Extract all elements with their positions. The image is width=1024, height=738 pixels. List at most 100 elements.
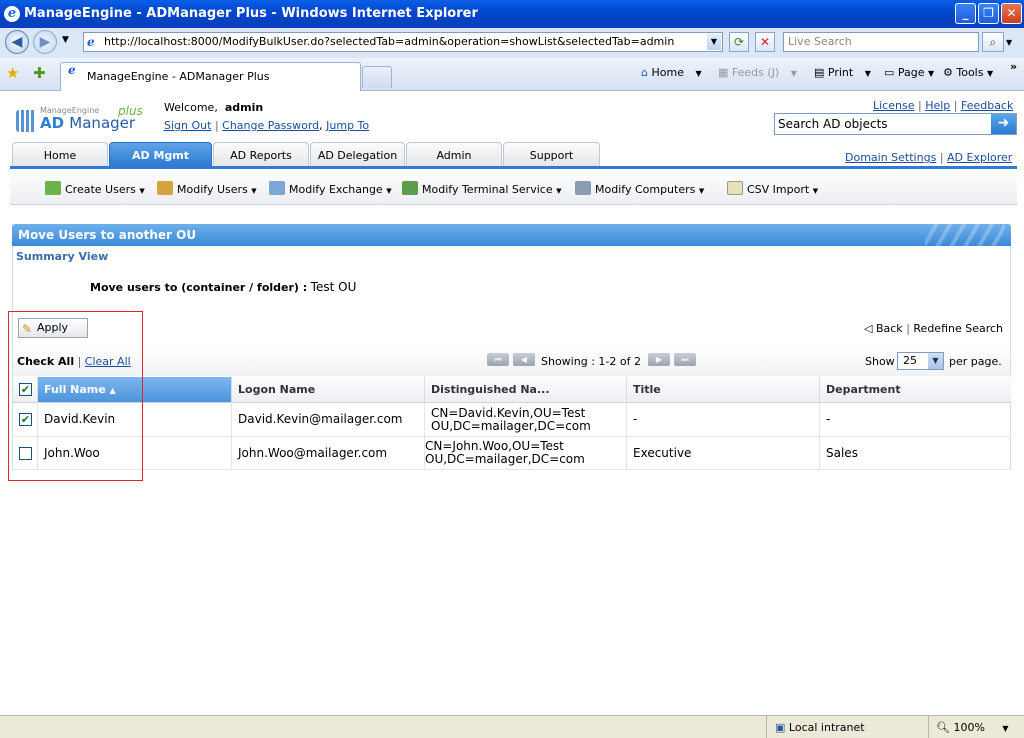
address-url: http://localhost:8000/ModifyBulkUser.do?… bbox=[104, 35, 675, 48]
chevron-down-icon: ▼ bbox=[812, 187, 819, 195]
search-go-arrow-icon[interactable]: ➜ bbox=[991, 114, 1016, 134]
user-name: admin bbox=[224, 101, 264, 114]
zoom-icon: 🔍︎ bbox=[936, 721, 950, 734]
chevron-down-icon: ▼ bbox=[386, 187, 392, 195]
chevron-down-icon: ▼ bbox=[139, 187, 145, 195]
search-ad-objects-input[interactable]: Search AD objects bbox=[774, 113, 1017, 135]
ie-icon: e bbox=[4, 6, 20, 22]
tab-admin[interactable]: Admin bbox=[406, 142, 502, 167]
chevron-more-icon[interactable]: » bbox=[1010, 60, 1017, 73]
favorites-star-icon[interactable]: ★ bbox=[6, 64, 19, 82]
welcome-text: Welcome, admin bbox=[164, 101, 263, 114]
logo-ad: AD bbox=[40, 114, 65, 132]
address-input[interactable]: e http://localhost:8000/ModifyBulkUser.d… bbox=[83, 32, 723, 52]
tab-ad-reports[interactable]: AD Reports bbox=[213, 142, 309, 167]
per-page-select[interactable]: 25 ▼ bbox=[897, 352, 944, 370]
minimize-button[interactable]: _ bbox=[955, 3, 976, 24]
browser-tab-admanager[interactable]: e ManageEngine - ADManager Plus bbox=[60, 62, 361, 91]
zoom-control[interactable]: 🔍︎ 100% ▼ bbox=[936, 721, 1009, 734]
live-search-input[interactable]: Live Search bbox=[783, 32, 979, 52]
showing-count: Showing : 1-2 of 2 bbox=[541, 355, 641, 368]
tab-home[interactable]: Home bbox=[12, 142, 108, 167]
address-dropdown-icon[interactable]: ▼ bbox=[707, 34, 721, 50]
logo-mark-icon bbox=[16, 110, 36, 132]
back-links: ◁ Back | Redefine Search bbox=[864, 322, 1004, 335]
help-link[interactable]: Help bbox=[925, 99, 950, 112]
cell-logon-name: John.Woo@mailager.com bbox=[232, 437, 425, 470]
dn-line-2: OU,DC=mailager,DC=com bbox=[431, 418, 591, 433]
add-favorites-icon[interactable]: ✚ bbox=[33, 64, 46, 82]
stop-icon[interactable]: ✕ bbox=[755, 32, 775, 52]
chevron-down-icon: ▼ bbox=[698, 187, 705, 195]
modify-computers-menu[interactable]: Modify Computers ▼ bbox=[575, 181, 704, 196]
table-toolbar bbox=[13, 346, 1010, 376]
forward-arrow-icon[interactable]: ▶ bbox=[33, 30, 57, 54]
status-bar: ▣ Local intranet 🔍︎ 100% ▼ bbox=[0, 715, 1024, 738]
home-command[interactable]: ⌂ Home ▼ bbox=[641, 66, 702, 79]
welcome-label: Welcome, bbox=[164, 101, 218, 114]
search-options-icon[interactable]: ▼ bbox=[1006, 38, 1012, 47]
dn-line-1: CN=David.Kevin,OU=Test bbox=[431, 405, 586, 420]
tab-support[interactable]: Support bbox=[503, 142, 600, 167]
refresh-icon[interactable]: ⟳ bbox=[729, 32, 749, 52]
chevron-down-icon: ▼ bbox=[556, 187, 562, 195]
ad-explorer-link[interactable]: AD Explorer bbox=[947, 151, 1012, 164]
next-page-icon[interactable]: ▶ bbox=[648, 353, 670, 366]
back-arrow-icon: ◁ bbox=[864, 322, 873, 335]
feeds-command[interactable]: ▦ Feeds (J) ▼ bbox=[718, 66, 797, 79]
search-icon[interactable]: ⌕ bbox=[982, 32, 1004, 52]
domain-settings-link[interactable]: Domain Settings bbox=[845, 151, 936, 164]
sign-out-link[interactable]: Sign Out bbox=[164, 119, 211, 132]
status-divider bbox=[928, 716, 929, 738]
close-button[interactable]: ✕ bbox=[1001, 3, 1022, 24]
computer-icon bbox=[575, 181, 591, 195]
panel-title: Move Users to another OU bbox=[18, 228, 197, 242]
first-page-icon[interactable]: ⏮ bbox=[487, 353, 509, 366]
change-password-link[interactable]: Change Password bbox=[222, 119, 319, 132]
feeds-label: Feeds (J) bbox=[731, 66, 780, 79]
maximize-button[interactable]: ❐ bbox=[978, 3, 999, 24]
tools-command[interactable]: ⚙ Tools ▼ bbox=[943, 66, 993, 79]
cell-department: - bbox=[820, 403, 1011, 437]
header-stripes bbox=[925, 224, 1005, 246]
feedback-link[interactable]: Feedback bbox=[961, 99, 1013, 112]
page-command[interactable]: ▭ Page ▼ bbox=[884, 66, 934, 79]
create-users-label: Create Users bbox=[65, 183, 136, 196]
create-users-menu[interactable]: Create Users ▼ bbox=[45, 181, 145, 196]
page-label: Page bbox=[897, 66, 925, 79]
column-logon-name[interactable]: Logon Name bbox=[232, 377, 425, 403]
csv-import-menu[interactable]: CSV Import ▼ bbox=[727, 181, 818, 196]
last-page-icon[interactable]: ⏭ bbox=[674, 353, 696, 366]
summary-view-label: Summary View bbox=[16, 250, 109, 263]
home-icon: ⌂ bbox=[641, 66, 648, 79]
back-arrow-icon[interactable]: ◀ bbox=[5, 30, 29, 54]
column-department[interactable]: Department bbox=[820, 377, 1011, 403]
modify-users-menu[interactable]: Modify Users ▼ bbox=[157, 181, 257, 196]
tab-page-icon: e bbox=[68, 63, 76, 77]
redefine-search-link[interactable]: Redefine Search bbox=[913, 322, 1003, 335]
tab-ad-mgmt[interactable]: AD Mgmt bbox=[109, 142, 212, 167]
modify-exchange-menu[interactable]: Modify Exchange ▼ bbox=[269, 181, 392, 196]
license-link[interactable]: License bbox=[873, 99, 914, 112]
column-title[interactable]: Title bbox=[627, 377, 820, 403]
cell-distinguished-name: CN=David.Kevin,OU=Test OU,DC=mailager,DC=… bbox=[425, 403, 627, 437]
home-label: Home bbox=[651, 66, 684, 79]
print-command[interactable]: ▤ Print ▼ bbox=[814, 66, 871, 79]
previous-page-icon[interactable]: ◀ bbox=[513, 353, 535, 366]
modify-terminal-service-menu[interactable]: Modify Terminal Service ▼ bbox=[402, 181, 561, 196]
zone-indicator: ▣ Local intranet bbox=[775, 721, 865, 734]
feeds-icon: ▦ bbox=[718, 66, 729, 79]
cell-logon-name: David.Kevin@mailager.com bbox=[232, 403, 425, 437]
panel-header: Move Users to another OU bbox=[12, 224, 1011, 246]
tab-ad-delegation[interactable]: AD Delegation bbox=[310, 142, 405, 167]
new-tab-button[interactable] bbox=[362, 66, 392, 88]
back-link[interactable]: Back bbox=[876, 322, 903, 335]
logo-plus: plus bbox=[118, 104, 143, 118]
chevron-down-icon: ▼ bbox=[864, 69, 871, 78]
dn-line-2: OU,DC=mailager,DC=com bbox=[425, 452, 585, 466]
command-bar: ★ ✚ e ManageEngine - ADManager Plus ⌂ Ho… bbox=[0, 58, 1024, 91]
admanager-logo: ManageEngine AD Manager plus bbox=[16, 104, 146, 140]
history-dropdown-icon[interactable]: ▼ bbox=[62, 35, 69, 45]
jump-to-link[interactable]: Jump To bbox=[326, 119, 369, 132]
column-distinguished-name[interactable]: Distinguished Na... bbox=[425, 377, 627, 403]
